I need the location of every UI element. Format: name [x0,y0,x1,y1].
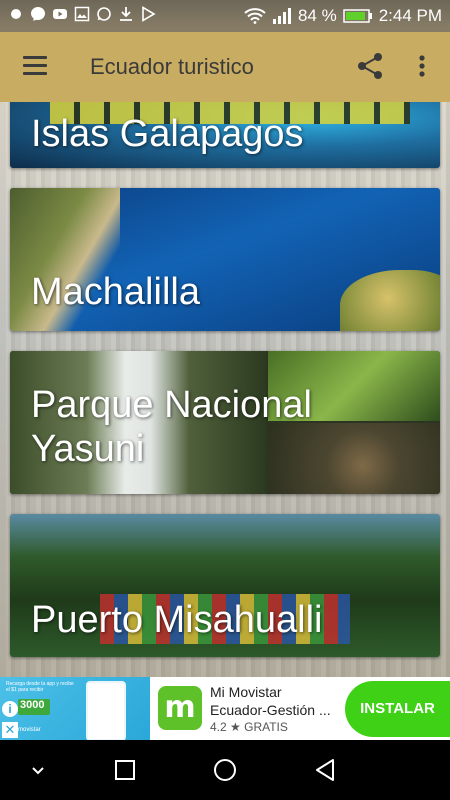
destination-card-galapagos[interactable]: Islas Galapagos [10,102,440,168]
phone-icon [86,681,126,740]
share-icon[interactable] [354,50,386,82]
navigation-bar [0,740,450,800]
destination-card-misahualli[interactable]: Puerto Misahualli [10,514,440,657]
ad-rating: 4.2 ★ GRATIS [210,720,288,734]
hide-nav-chevron-icon[interactable] [22,754,54,786]
destination-card-yasuni[interactable]: Parque Nacional Yasuni [10,351,440,494]
gallery-icon [74,6,90,22]
destination-label: Islas Galapagos [31,113,304,155]
ad-subtitle: Ecuador-Gestión ... [210,702,331,718]
battery-percent: 84 % [297,6,337,25]
status-bar: 84 % 2:44 PM [0,0,450,32]
home-icon[interactable] [209,754,241,786]
app-title: Ecuador turistico [90,54,254,79]
ad-banner[interactable]: Recarga desde la app y recibe el $1 para… [0,677,450,740]
destination-label: Puerto Misahualli [31,599,323,641]
signal-icon [272,8,292,24]
card-image-island [340,270,440,331]
dot-icon [8,6,24,22]
app-bar: Ecuador turistico [0,32,450,102]
whatsapp-icon [96,6,112,22]
ad-info-icon[interactable]: i [2,701,18,717]
wifi-icon [244,8,266,24]
recent-apps-icon[interactable] [109,754,141,786]
ad-close-icon[interactable]: ✕ [2,722,18,738]
destination-card-machalilla[interactable]: Machalilla [10,188,440,331]
hamburger-menu-icon[interactable] [18,51,52,83]
system-indicators: 84 % 2:44 PM [244,6,442,26]
movistar-logo-icon: m [158,686,202,730]
clock: 2:44 PM [378,6,442,25]
youtube-icon [52,6,68,22]
more-vert-icon[interactable] [410,50,434,82]
destination-label: Machalilla [31,271,200,313]
notification-icons [8,6,156,22]
battery-icon [342,8,373,24]
ad-thumb-text: Recarga desde la app y recibe el $1 para… [6,681,74,693]
ad-thumb-badge: 3000 [18,699,50,715]
messenger-icon [30,6,46,22]
play-store-icon [140,6,156,22]
install-button[interactable]: INSTALAR [345,681,450,737]
ad-title: Mi Movistar [210,684,282,700]
destination-list[interactable]: Islas Galapagos Machalilla Parque Nacion… [0,102,450,677]
destination-label: Parque Nacional Yasuni [31,384,312,470]
ad-thumb-brand: movistar [18,727,41,733]
ad-thumbnail[interactable]: Recarga desde la app y recibe el $1 para… [0,677,150,740]
back-icon[interactable] [309,754,341,786]
download-icon [118,6,134,22]
